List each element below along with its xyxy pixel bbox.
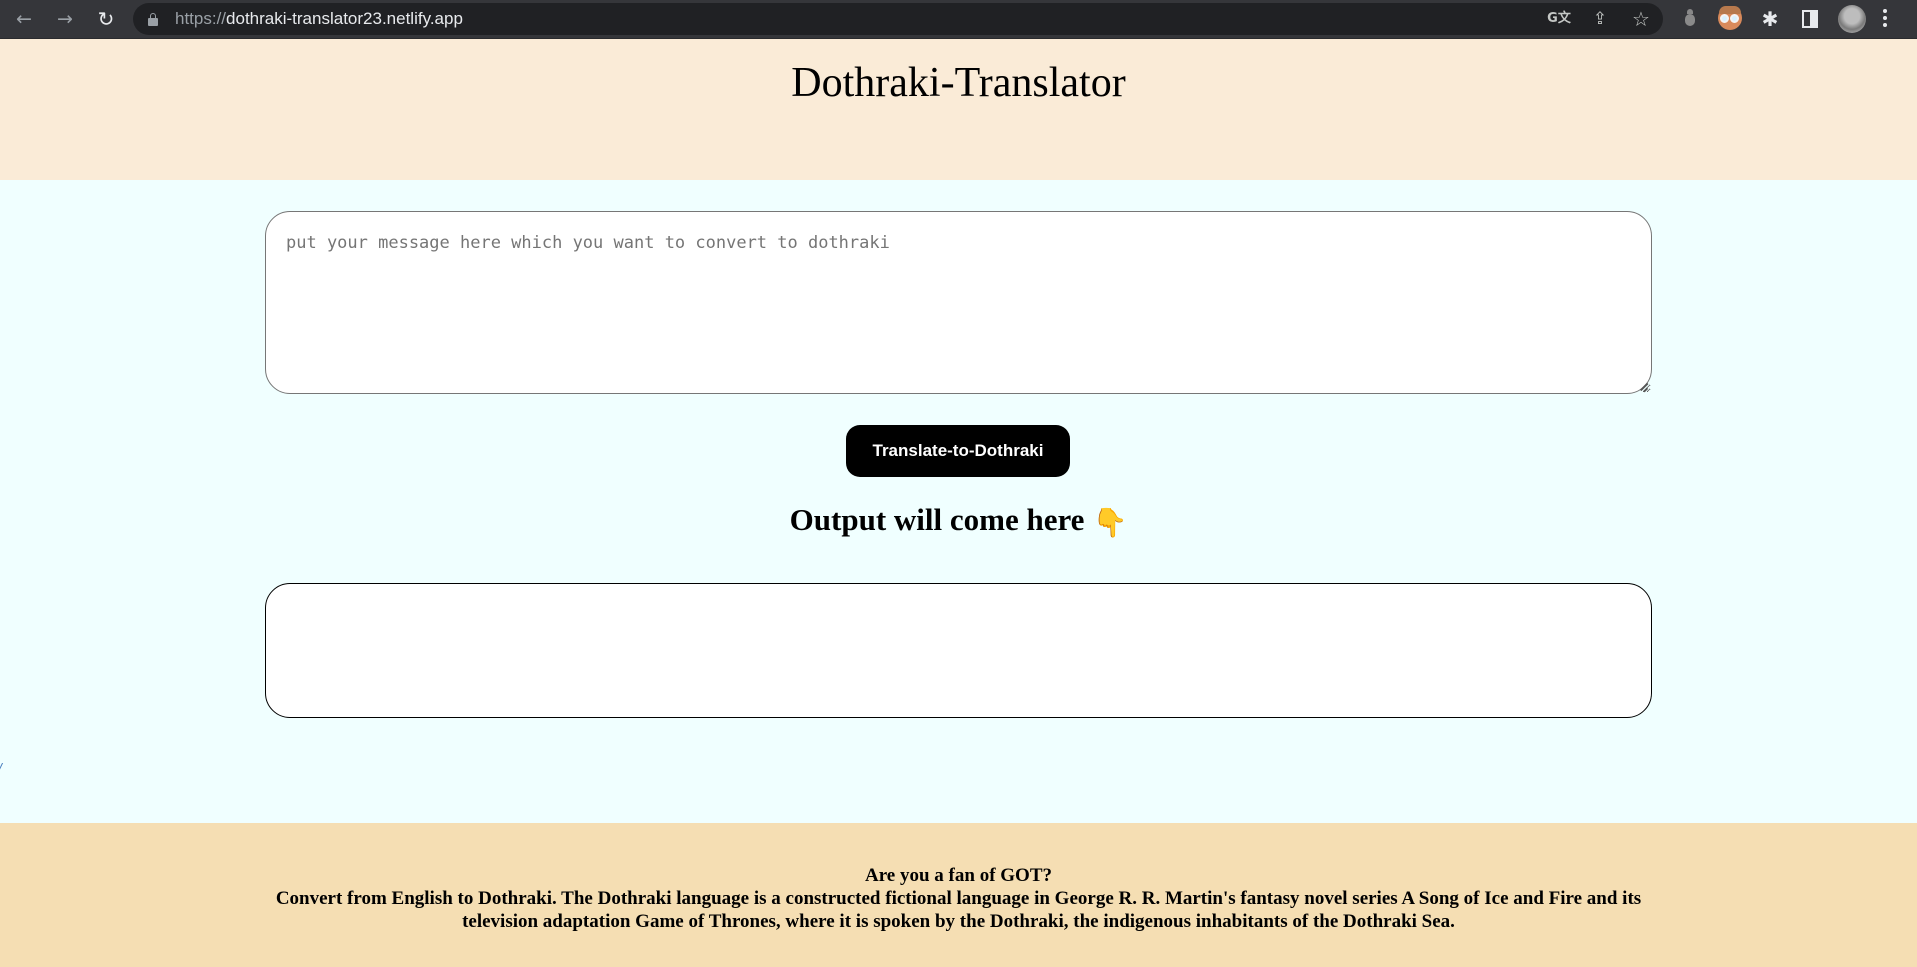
translate-page-icon[interactable]: G文	[1547, 7, 1571, 31]
pointing-down-icon: 👇	[1092, 506, 1128, 539]
footer-description: Convert from English to Dothraki. The Do…	[275, 888, 1642, 932]
bookmark-star-icon[interactable]: ☆	[1629, 7, 1653, 31]
lock-icon[interactable]	[148, 13, 158, 26]
reload-icon: ↻	[97, 7, 115, 31]
page-footer: Are you a fan of GOT? Convert from Engli…	[0, 823, 1917, 967]
address-bar[interactable]: https://dothraki-translator23.netlify.ap…	[133, 3, 1663, 35]
profile-avatar[interactable]	[1838, 5, 1866, 33]
resize-handle[interactable]	[1639, 382, 1649, 392]
url-text[interactable]: https://dothraki-translator23.netlify.ap…	[175, 9, 463, 29]
page-title: Dothraki-Translator	[791, 60, 1126, 106]
footer-question: Are you a fan of GOT?	[864, 865, 1052, 886]
back-button[interactable]: ←	[10, 5, 38, 33]
extension-bug-icon[interactable]	[1685, 9, 1695, 27]
output-box	[265, 583, 1652, 718]
extension-glasses-face-icon[interactable]	[1718, 6, 1742, 30]
message-input[interactable]	[265, 211, 1652, 394]
forward-button[interactable]: →	[51, 5, 79, 33]
extensions-puzzle-icon[interactable]: ✱	[1757, 6, 1783, 32]
side-panel-icon[interactable]	[1802, 10, 1818, 28]
browser-menu-icon[interactable]	[1882, 7, 1888, 31]
translator-section: Translate-to-Dothraki Output will come h…	[0, 180, 1917, 823]
page-header: Dothraki-Translator	[0, 39, 1917, 180]
share-icon[interactable]: ⇪	[1588, 7, 1612, 31]
stray-text: /	[0, 760, 2, 776]
url-host: dothraki-translator23.netlify.app	[226, 9, 463, 28]
output-heading: Output will come here 👇	[0, 502, 1917, 539]
browser-toolbar: ← → ↻ https://dothraki-translator23.netl…	[0, 0, 1917, 39]
translate-button[interactable]: Translate-to-Dothraki	[846, 425, 1070, 477]
url-scheme: https://	[175, 9, 227, 28]
output-heading-text: Output will come here	[789, 502, 1085, 537]
arrow-right-icon: →	[57, 8, 73, 30]
arrow-left-icon: ←	[16, 8, 32, 30]
reload-button[interactable]: ↻	[92, 5, 120, 33]
